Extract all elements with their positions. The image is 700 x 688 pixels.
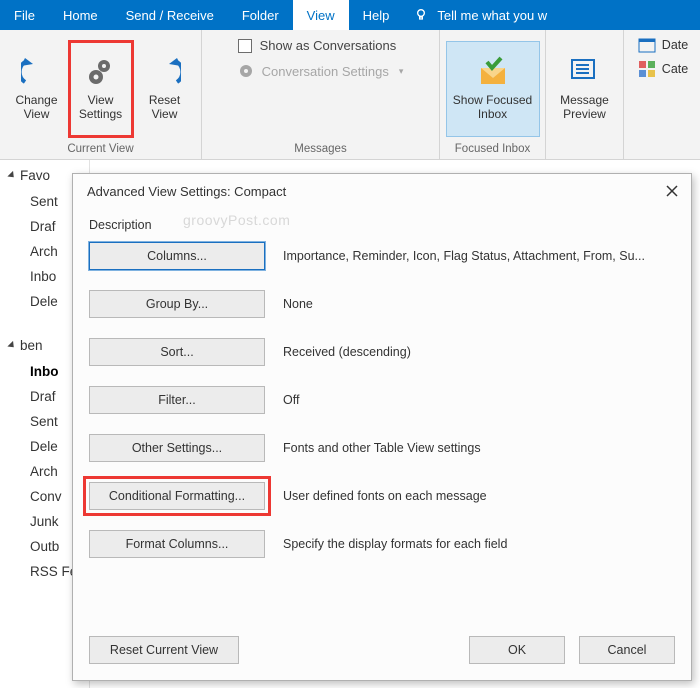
reset-view-button[interactable]: Reset View xyxy=(133,41,197,137)
group-right-extras: Date Cate xyxy=(624,30,700,159)
message-preview-icon xyxy=(569,56,601,88)
ribbon: Change View View Settings Reset View Cur… xyxy=(0,30,700,160)
dialog-footer: Reset Current View OK Cancel xyxy=(73,636,691,680)
view-settings-label: View Settings xyxy=(79,94,122,122)
format-columns-value: Specify the display formats for each fie… xyxy=(283,537,675,551)
change-view-label: Change View xyxy=(15,94,57,122)
columns-value: Importance, Reminder, Icon, Flag Status,… xyxy=(283,249,675,263)
menu-help[interactable]: Help xyxy=(349,0,404,30)
description-label: Description xyxy=(89,218,675,232)
categories-icon xyxy=(638,60,656,78)
menu-folder[interactable]: Folder xyxy=(228,0,293,30)
reset-view-icon xyxy=(149,56,181,88)
show-as-conversations-checkbox[interactable]: Show as Conversations xyxy=(238,38,397,53)
lightbulb-icon xyxy=(413,7,429,23)
menu-send-receive[interactable]: Send / Receive xyxy=(112,0,228,30)
close-icon xyxy=(666,185,678,197)
reset-current-view-button[interactable]: Reset Current View xyxy=(89,636,239,664)
categories-label: Cate xyxy=(662,62,688,76)
filter-button[interactable]: Filter... xyxy=(89,386,265,414)
group-current-view: Change View View Settings Reset View Cur… xyxy=(0,30,202,159)
dialog-body: Description groovyPost.com Columns... Im… xyxy=(73,208,691,636)
categories-button[interactable]: Cate xyxy=(638,60,688,78)
group-current-view-label: Current View xyxy=(67,143,133,159)
dialog-titlebar: Advanced View Settings: Compact xyxy=(73,174,691,208)
group-by-button[interactable]: Group By... xyxy=(89,290,265,318)
group-message-preview: Message Preview xyxy=(546,30,624,159)
conditional-formatting-button[interactable]: Conditional Formatting... xyxy=(89,482,265,510)
caret-icon xyxy=(7,171,16,180)
conversation-settings-button: Conversation Settings ▾ xyxy=(238,63,404,79)
advanced-view-settings-dialog: Advanced View Settings: Compact Descript… xyxy=(72,173,692,681)
dialog-title: Advanced View Settings: Compact xyxy=(87,184,286,199)
show-as-conversations-label: Show as Conversations xyxy=(260,38,397,53)
spacer xyxy=(660,143,663,159)
caret-icon xyxy=(7,341,16,350)
gear-icon xyxy=(85,56,117,88)
format-columns-button[interactable]: Format Columns... xyxy=(89,530,265,558)
close-button[interactable] xyxy=(661,180,683,202)
group-focused-inbox-label: Focused Inbox xyxy=(455,143,530,159)
favorites-label: Favo xyxy=(20,168,50,183)
menu-home[interactable]: Home xyxy=(49,0,112,30)
group-focused-inbox: Show Focused Inbox Focused Inbox xyxy=(440,30,546,159)
cancel-button[interactable]: Cancel xyxy=(579,636,675,664)
menu-view[interactable]: View xyxy=(293,0,349,30)
group-messages: Show as Conversations Conversation Setti… xyxy=(202,30,440,159)
ok-button[interactable]: OK xyxy=(469,636,565,664)
calendar-icon xyxy=(638,36,656,54)
message-preview-button[interactable]: Message Preview xyxy=(551,41,619,137)
show-focused-inbox-label: Show Focused Inbox xyxy=(453,94,532,122)
sort-value: Received (descending) xyxy=(283,345,675,359)
view-settings-button[interactable]: View Settings xyxy=(69,41,133,137)
focused-inbox-icon xyxy=(477,56,509,88)
tell-me-text: Tell me what you w xyxy=(437,8,547,23)
filter-value: Off xyxy=(283,393,675,407)
tell-me[interactable]: Tell me what you w xyxy=(403,0,700,30)
checkbox-icon xyxy=(238,39,252,53)
show-focused-inbox-button[interactable]: Show Focused Inbox xyxy=(446,41,540,137)
change-view-icon xyxy=(21,56,53,88)
conversation-settings-label: Conversation Settings xyxy=(262,64,389,79)
other-settings-button[interactable]: Other Settings... xyxy=(89,434,265,462)
group-by-value: None xyxy=(283,297,675,311)
chevron-down-icon: ▾ xyxy=(399,66,404,77)
menu-file[interactable]: File xyxy=(0,0,49,30)
gear-icon xyxy=(238,63,254,79)
message-preview-label: Message Preview xyxy=(560,94,609,122)
spacer xyxy=(583,143,586,159)
other-settings-value: Fonts and other Table View settings xyxy=(283,441,675,455)
date-label: Date xyxy=(662,38,688,52)
date-button[interactable]: Date xyxy=(638,36,688,54)
sort-button[interactable]: Sort... xyxy=(89,338,265,366)
reset-view-label: Reset View xyxy=(149,94,180,122)
account-label: ben xyxy=(20,338,43,353)
conditional-formatting-value: User defined fonts on each message xyxy=(283,489,675,503)
change-view-button[interactable]: Change View xyxy=(5,41,69,137)
columns-button[interactable]: Columns... xyxy=(89,242,265,270)
menubar: File Home Send / Receive Folder View Hel… xyxy=(0,0,700,30)
group-messages-label: Messages xyxy=(294,143,346,159)
